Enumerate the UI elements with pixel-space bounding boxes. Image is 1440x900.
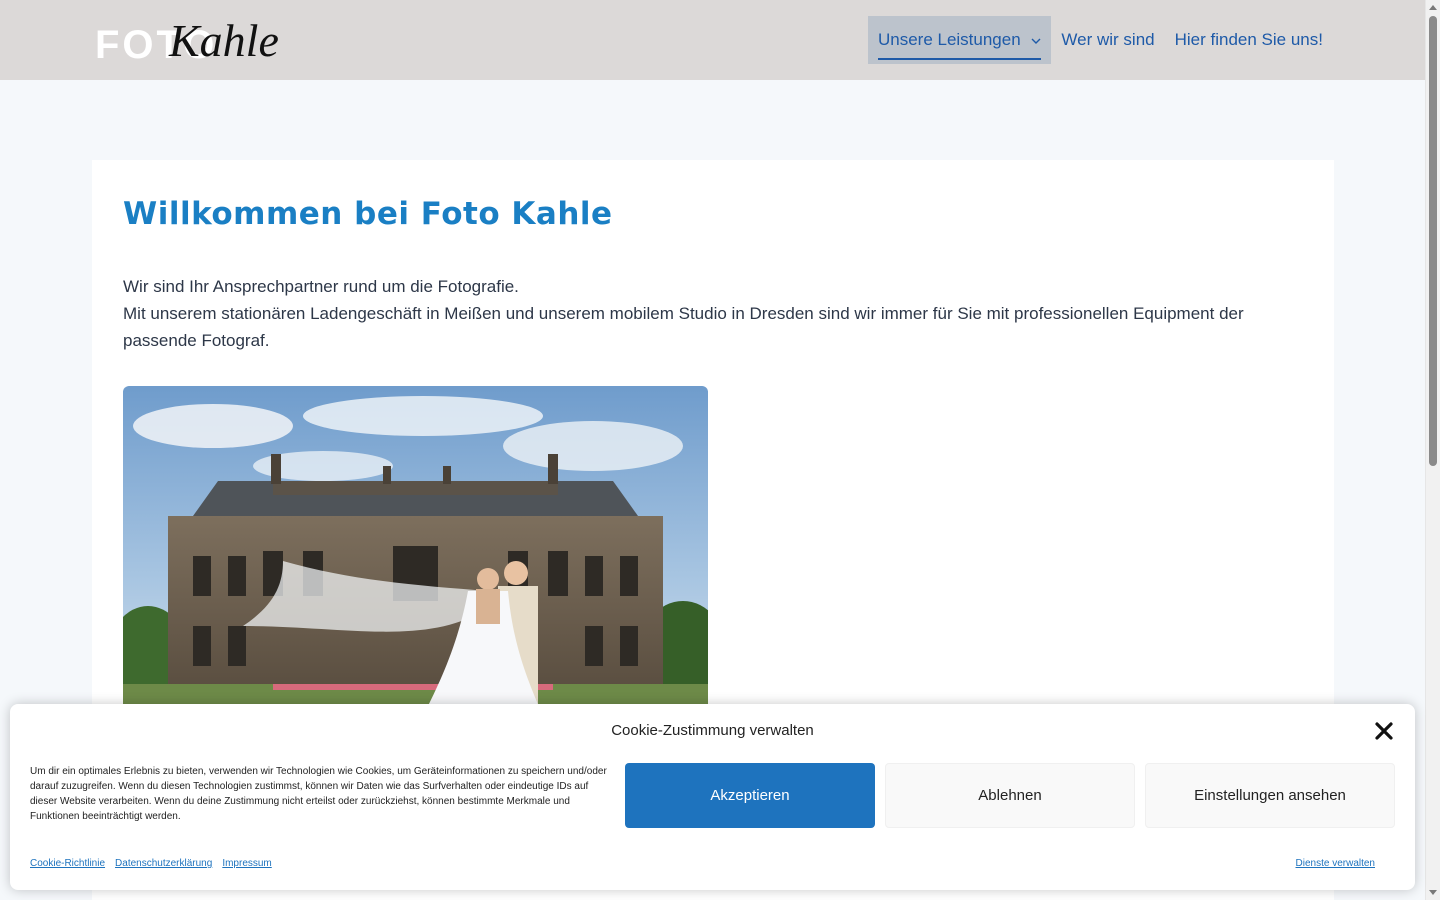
page-title: Willkommen bei Foto Kahle	[123, 196, 613, 232]
close-icon[interactable]	[1373, 720, 1395, 742]
intro-line-2: Mit unserem stationären Ladengeschäft in…	[123, 304, 1244, 350]
site-logo[interactable]: FOTO Kahle	[95, 16, 295, 66]
site-header: FOTO Kahle Unsere Leistungen Wer wir sin…	[0, 0, 1425, 80]
nav-item-wer-wir-sind[interactable]: Wer wir sind	[1051, 16, 1164, 64]
scroll-thumb[interactable]	[1429, 16, 1437, 466]
intro-line-1: Wir sind Ihr Ansprechpartner rund um die…	[123, 277, 519, 296]
cookie-banner: Cookie-Zustimmung verwalten Um dir ein o…	[10, 704, 1415, 890]
nav-item-hier-finden[interactable]: Hier finden Sie uns!	[1165, 16, 1333, 64]
privacy-policy-link[interactable]: Datenschutzerklärung	[115, 858, 212, 869]
cookie-text: Um dir ein optimales Erlebnis zu bieten,…	[30, 766, 607, 822]
page-scrollbar[interactable]	[1425, 0, 1440, 900]
cookie-policy-link[interactable]: Cookie-Richtlinie	[30, 858, 105, 869]
settings-button[interactable]: Einstellungen ansehen	[1145, 763, 1395, 828]
nav-item-leistungen[interactable]: Unsere Leistungen	[867, 16, 1052, 64]
main-navigation: Unsere Leistungen Wer wir sind Hier find…	[867, 16, 1333, 64]
hero-wedding-photo	[123, 386, 708, 716]
cookie-title: Cookie-Zustimmung verwalten	[611, 722, 814, 739]
scroll-down-arrow-icon[interactable]	[1429, 890, 1437, 895]
nav-item-label: Hier finden Sie uns!	[1174, 30, 1323, 49]
nav-item-leistungen-wrap: Unsere Leistungen	[877, 20, 1042, 60]
manage-services-link[interactable]: Dienste verwalten	[1296, 858, 1375, 869]
imprint-link[interactable]: Impressum	[222, 858, 271, 869]
chevron-down-icon	[1031, 36, 1041, 48]
nav-item-label: Wer wir sind	[1061, 30, 1155, 49]
scroll-up-arrow-icon[interactable]	[1429, 5, 1437, 10]
intro-text: Wir sind Ihr Ansprechpartner rund um die…	[123, 273, 1313, 354]
accept-button[interactable]: Akzeptieren	[625, 763, 875, 828]
nav-item-label: Unsere Leistungen	[877, 30, 1021, 49]
cookie-links: Cookie-Richtlinie Datenschutzerklärung I…	[30, 858, 272, 869]
deny-button[interactable]: Ablehnen	[885, 763, 1135, 828]
logo-text-kahle: Kahle	[169, 15, 279, 66]
